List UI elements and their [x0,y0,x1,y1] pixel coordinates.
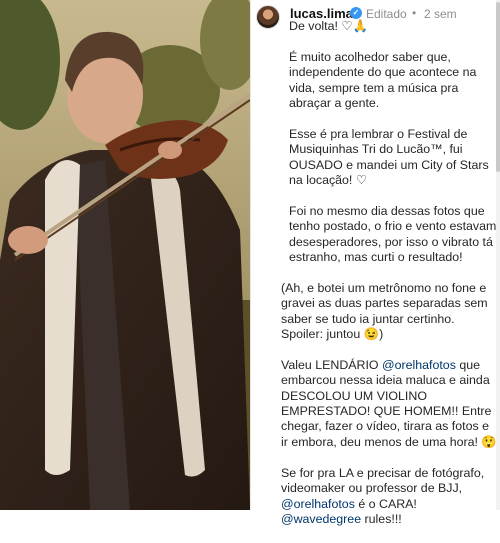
caption-paragraph: Foi no mesmo dia dessas fotos que tenho … [289,203,497,265]
post-photo[interactable] [0,0,250,510]
mention-link[interactable]: @orelhafotos [382,358,456,372]
post-caption: De volta! ♡🙏 É muito acolhedor saber que… [281,19,497,543]
caption-paragraph: É muito acolhedor saber que, independent… [289,49,477,111]
caption-panel: lucas.lima ✓ Editado • 2 sem De volta! ♡… [250,0,500,526]
caption-text: rules!!! [361,511,402,526]
caption-text: Valeu LENDÁRIO [281,357,382,372]
caption-paragraph: Se for pra LA e precisar de fotógrafo, v… [281,466,497,528]
separator: • [412,6,417,20]
mention-link[interactable]: @orelhafotos [281,497,355,511]
mention-link[interactable]: @wavedegree [281,512,361,526]
caption-text: é o CARA! [354,496,417,511]
scrollbar[interactable] [496,0,500,510]
violinist-photo [0,0,250,510]
avatar[interactable] [256,5,280,29]
caption-paragraph: Esse é pra lembrar o Festival de Musiqui… [289,126,489,188]
caption-paragraph: De volta! ♡🙏 [289,19,368,33]
verified-badge-icon: ✓ [350,7,362,19]
caption-text: Se for pra LA e precisar de fotógrafo, v… [281,465,485,496]
scrollbar-thumb[interactable] [496,2,500,172]
caption-paragraph: Valeu LENDÁRIO @orelhafotos que embarcou… [281,358,497,450]
caption-paragraph: (Ah, e botei um metrônomo no fone e grav… [281,280,488,342]
